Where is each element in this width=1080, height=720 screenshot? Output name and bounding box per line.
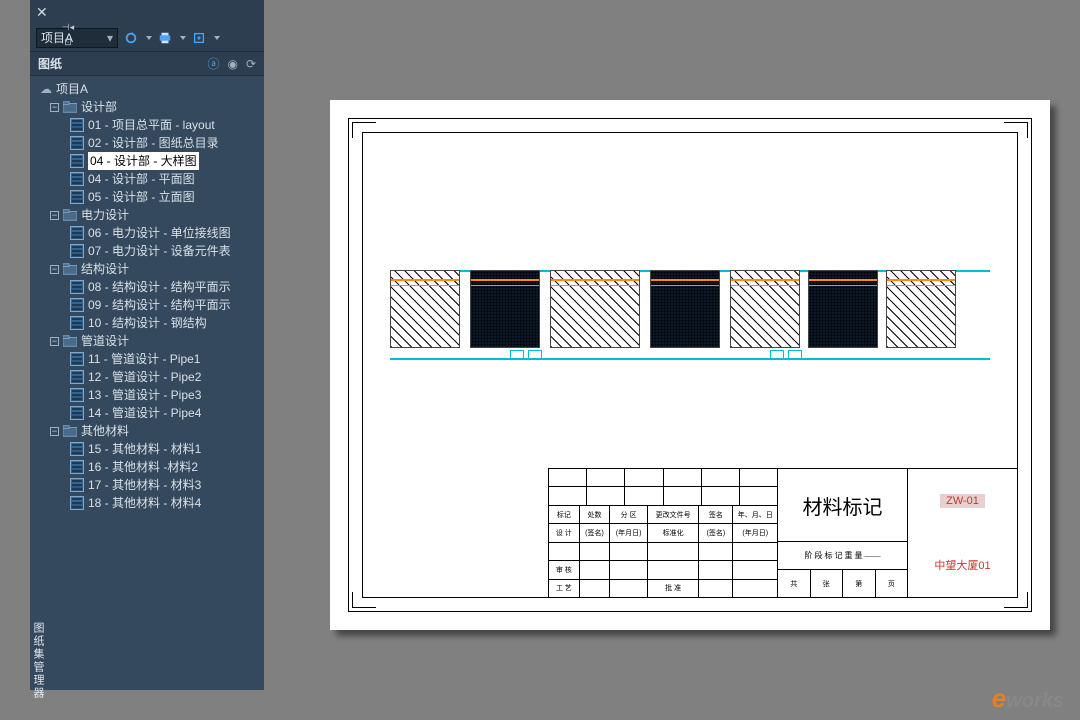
print-icon[interactable] (156, 29, 174, 47)
tb-cell (733, 543, 777, 560)
tb-cell: 设 计 (549, 524, 580, 541)
tb-cell (610, 580, 648, 597)
tree-sheet[interactable]: 14 - 管道设计 - Pipe4 (36, 404, 262, 422)
tb-cell (699, 580, 733, 597)
tb-cell (648, 561, 699, 578)
drawing-title: 材料标记 (778, 469, 907, 542)
project-name: 中望大厦01 (934, 557, 990, 573)
tb-cell (699, 561, 733, 578)
tree-sheet[interactable]: 12 - 管道设计 - Pipe2 (36, 368, 262, 386)
tree-group[interactable]: −电力设计 (36, 206, 262, 224)
tree-sheet[interactable]: 08 - 结构设计 - 结构平面示 (36, 278, 262, 296)
menu-icon[interactable]: ⊡ (64, 37, 72, 48)
tree-sheet[interactable]: 15 - 其他材料 - 材料1 (36, 440, 262, 458)
title-block-center: 材料标记 阶 段 标 记 重 量 —— 共张第页 (778, 468, 908, 598)
project-dropdown[interactable]: 项目A ▾ (36, 28, 118, 48)
tb-cell: 处数 (580, 506, 611, 523)
tree-sheet[interactable]: 06 - 电力设计 - 单位接线图 (36, 224, 262, 242)
tb-cell (580, 561, 611, 578)
tb-cell: 工 艺 (549, 580, 580, 597)
refresh-icon[interactable]: ⟳ (246, 57, 256, 71)
tree-root[interactable]: ☁项目A (36, 80, 262, 98)
tb-cell: 批 准 (648, 580, 699, 597)
tree-sheet[interactable]: 07 - 电力设计 - 设备元件表 (36, 242, 262, 260)
tb-cell: 更改文件号 (648, 506, 699, 523)
tree-group[interactable]: −管道设计 (36, 332, 262, 350)
tb-cell: 年、月、日 (733, 506, 777, 523)
tb-cell: (年月日) (610, 524, 648, 541)
tb-cell: 分 区 (610, 506, 648, 523)
tb-cell: 签名 (699, 506, 733, 523)
tb-cell: (年月日) (733, 524, 777, 541)
panel-edge-tabs: ⊣◂ ⊡ (60, 22, 76, 48)
tb-cell: 审 核 (549, 561, 580, 578)
drawing-code: ZW-01 (940, 494, 985, 508)
collapse-all-icon[interactable]: ⓐ (207, 55, 219, 72)
tree-sheet[interactable]: 09 - 结构设计 - 结构平面示 (36, 296, 262, 314)
section-header: 图纸 ⓐ ◉ ⟳ (30, 52, 264, 76)
elevation-drawing (390, 270, 990, 360)
tree-sheet[interactable]: 02 - 设计部 - 图纸总目录 (36, 134, 262, 152)
tree-group[interactable]: −结构设计 (36, 260, 262, 278)
tb-cell: (签名) (699, 524, 733, 541)
close-icon[interactable]: ✕ (36, 4, 48, 21)
panel-titlebar[interactable]: ✕ (30, 0, 264, 24)
tree-sheet[interactable]: 01 - 项目总平面 - layout (36, 116, 262, 134)
tb-cell (733, 561, 777, 578)
refresh-sync-icon[interactable] (122, 29, 140, 47)
panel-vertical-label[interactable]: 图纸集管理器 (30, 622, 46, 700)
tb-cell (699, 543, 733, 560)
watermark: eworks (992, 683, 1064, 714)
tb-cell (610, 561, 648, 578)
tb-cell (733, 580, 777, 597)
tree-sheet[interactable]: 16 - 其他材料 -材料2 (36, 458, 262, 476)
tree-sheet[interactable]: 10 - 结构设计 - 钢结构 (36, 314, 262, 332)
tb-cell (648, 543, 699, 560)
visibility-icon[interactable]: ◉ (227, 57, 237, 71)
stage-mark-label: 阶 段 标 记 重 量 —— (778, 542, 907, 570)
pin-icon[interactable]: ⊣◂ (62, 22, 74, 33)
tb-cell (580, 543, 611, 560)
tb-cell (610, 543, 648, 560)
tb-cell: (签名) (580, 524, 611, 541)
title-block-right: ZW-01 中望大厦01 (908, 468, 1018, 598)
section-title: 图纸 (38, 55, 62, 72)
tree-sheet[interactable]: 04 - 设计部 - 大样图 (36, 152, 262, 170)
title-block: 标记处数分 区更改文件号签名年、月、日 设 计(签名)(年月日)标准化(签名)(… (548, 468, 1018, 598)
tree-sheet[interactable]: 05 - 设计部 - 立面图 (36, 188, 262, 206)
sheet-set-panel: ✕ ⊣◂ ⊡ 项目A ▾ 图纸 ⓐ ◉ ⟳ ☁项目A−设计部01 - 项目总平面… (30, 0, 264, 690)
tb-cell: 标准化 (648, 524, 699, 541)
tree-sheet[interactable]: 13 - 管道设计 - Pipe3 (36, 386, 262, 404)
sheet-tree[interactable]: ☁项目A−设计部01 - 项目总平面 - layout02 - 设计部 - 图纸… (30, 76, 264, 516)
title-block-revisions: 标记处数分 区更改文件号签名年、月、日 设 计(签名)(年月日)标准化(签名)(… (548, 468, 778, 598)
tree-sheet[interactable]: 04 - 设计部 - 平面图 (36, 170, 262, 188)
tb-cell (580, 580, 611, 597)
tree-group[interactable]: −其他材料 (36, 422, 262, 440)
tree-group[interactable]: −设计部 (36, 98, 262, 116)
tree-sheet[interactable]: 18 - 其他材料 - 材料4 (36, 494, 262, 512)
tree-sheet[interactable]: 17 - 其他材料 - 材料3 (36, 476, 262, 494)
drawing-canvas[interactable]: 标记处数分 区更改文件号签名年、月、日 设 计(签名)(年月日)标准化(签名)(… (330, 100, 1050, 630)
tb-cell (549, 543, 580, 560)
publish-icon[interactable] (190, 29, 208, 47)
tb-cell: 标记 (549, 506, 580, 523)
tree-sheet[interactable]: 11 - 管道设计 - Pipe1 (36, 350, 262, 368)
